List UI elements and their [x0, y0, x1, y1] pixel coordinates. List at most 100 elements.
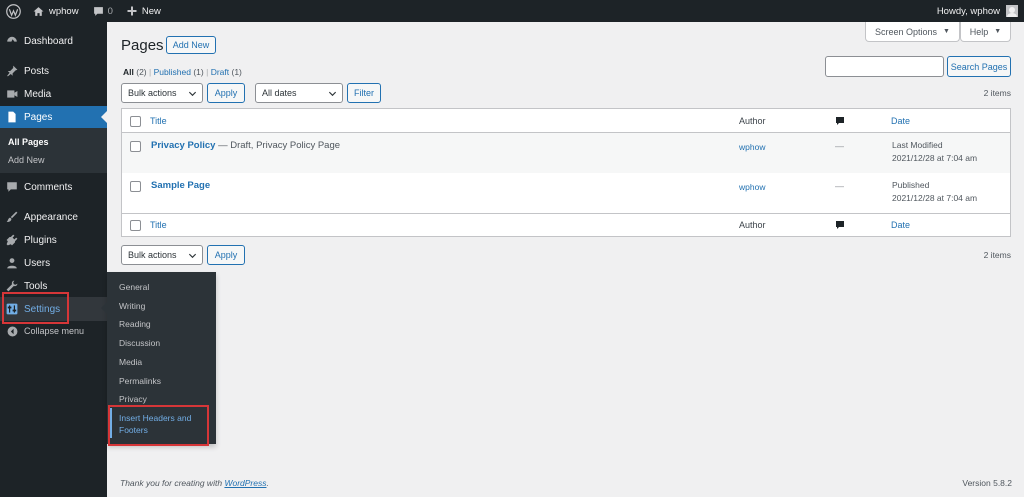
flyout-permalinks[interactable]: Permalinks	[119, 375, 161, 387]
chevron-down-icon	[328, 91, 337, 97]
avatar	[1006, 5, 1018, 17]
flyout-media[interactable]: Media	[119, 356, 142, 368]
flyout-general[interactable]: General	[119, 281, 149, 293]
submenu-all-pages[interactable]: All Pages	[8, 137, 49, 147]
wordpress-link[interactable]: WordPress	[224, 478, 266, 488]
caret-down-icon: ▼	[943, 28, 950, 35]
comment-bubble-icon	[0, 181, 24, 193]
view-all-label: All	[123, 67, 134, 77]
bulk-actions-value: Bulk actions	[128, 88, 177, 98]
submenu-add-new[interactable]: Add New	[8, 155, 45, 165]
items-count-top: 2 items	[983, 88, 1011, 98]
table-row: Privacy Policy — Draft, Privacy Policy P…	[122, 133, 1010, 173]
row-comments: —	[835, 141, 844, 151]
view-draft-label: Draft	[210, 67, 230, 77]
filter-button[interactable]: Filter	[347, 83, 381, 103]
column-title-header[interactable]: Title	[150, 116, 167, 126]
footer-version: Version 5.8.2	[962, 478, 1012, 488]
view-published-label: Published	[153, 67, 191, 77]
menu-pages[interactable]: Pages	[0, 106, 107, 128]
table-header-row: Title Author Date	[122, 109, 1010, 133]
chevron-down-icon	[188, 253, 197, 259]
menu-comments[interactable]: Comments	[0, 176, 107, 198]
column-date-header[interactable]: Date	[891, 116, 910, 126]
comment-bubble-icon	[93, 6, 103, 16]
search-pages-button[interactable]: Search Pages	[947, 56, 1011, 77]
view-all-count: (2)	[136, 67, 147, 77]
select-all-checkbox[interactable]	[130, 116, 141, 127]
row-title-link[interactable]: Privacy Policy	[151, 140, 215, 151]
dates-select[interactable]: All dates	[255, 83, 343, 103]
view-all[interactable]: All (2)	[123, 67, 147, 77]
row-title-link[interactable]: Sample Page	[151, 180, 210, 191]
menu-media[interactable]: Media	[0, 83, 107, 105]
row-title-cell: Sample Page	[151, 180, 210, 191]
column-title-footer[interactable]: Title	[150, 220, 167, 230]
my-account[interactable]: Howdy, wphow	[937, 0, 1024, 22]
row-checkbox[interactable]	[130, 181, 141, 192]
row-date-status: Published	[892, 180, 930, 190]
view-draft[interactable]: Draft (1)	[211, 67, 242, 77]
row-date-value: 2021/12/28 at 7:04 am	[892, 153, 978, 163]
insert-headers-highlight-box	[108, 405, 209, 446]
bulk-actions-select-top[interactable]: Bulk actions	[121, 83, 203, 103]
wrench-icon	[0, 280, 24, 292]
view-published-count: (1)	[193, 67, 204, 77]
items-count-bottom: 2 items	[983, 250, 1011, 260]
admin-bar: wphow 0 New Howdy, wphow	[0, 0, 1024, 22]
menu-dashboard[interactable]: Dashboard	[0, 30, 107, 52]
menu-plugins[interactable]: Plugins	[0, 229, 107, 251]
new-content-link[interactable]: New	[120, 0, 168, 22]
menu-users[interactable]: Users	[0, 252, 107, 274]
bulk-actions-value: Bulk actions	[128, 250, 177, 260]
screen-options-button[interactable]: Screen Options ▼	[865, 22, 960, 42]
view-published[interactable]: Published (1)	[154, 67, 204, 77]
wordpress-logo-icon[interactable]	[0, 0, 26, 22]
collapse-menu-label: Collapse menu	[24, 326, 85, 336]
search-pages-input[interactable]	[825, 56, 944, 77]
menu-posts-label: Posts	[24, 65, 50, 77]
apply-button-top[interactable]: Apply	[207, 83, 245, 103]
column-date-footer[interactable]: Date	[891, 220, 910, 230]
site-name-link[interactable]: wphow	[26, 0, 86, 22]
view-draft-count: (1)	[231, 67, 242, 77]
flyout-reading[interactable]: Reading	[119, 318, 151, 330]
menu-users-label: Users	[24, 257, 51, 269]
row-checkbox[interactable]	[130, 141, 141, 152]
flyout-privacy[interactable]: Privacy	[119, 393, 147, 405]
comments-column-icon[interactable]	[835, 116, 845, 128]
pages-table: Title Author Date Privacy Policy — Draft…	[121, 108, 1011, 237]
bulk-actions-select-bottom[interactable]: Bulk actions	[121, 245, 203, 265]
settings-highlight-box	[2, 292, 69, 324]
footer-thanks-text: Thank you for creating with	[120, 478, 223, 488]
column-author-header: Author	[739, 116, 766, 126]
row-date-value: 2021/12/28 at 7:04 am	[892, 193, 978, 203]
help-label: Help	[969, 26, 989, 37]
apply-button-bottom[interactable]: Apply	[207, 245, 245, 265]
footer-period: .	[266, 478, 269, 488]
add-new-page-button[interactable]: Add New	[166, 36, 216, 54]
plug-icon	[0, 234, 24, 246]
menu-posts[interactable]: Posts	[0, 60, 107, 82]
pages-icon	[0, 111, 24, 123]
row-author-link[interactable]: wphow	[739, 142, 765, 152]
menu-dashboard-label: Dashboard	[24, 35, 73, 47]
row-date-status: Last Modified	[892, 140, 943, 150]
flyout-writing[interactable]: Writing	[119, 300, 145, 312]
view-separator: |	[206, 67, 209, 77]
row-title-cell: Privacy Policy — Draft, Privacy Policy P…	[151, 140, 340, 151]
pages-submenu: All Pages Add New	[0, 128, 107, 173]
menu-tools-label: Tools	[24, 280, 48, 292]
flyout-discussion[interactable]: Discussion	[119, 337, 160, 349]
select-all-checkbox-footer[interactable]	[130, 220, 141, 231]
site-name: wphow	[49, 5, 79, 17]
help-button[interactable]: Help ▼	[960, 22, 1011, 42]
media-camera-icon	[0, 88, 24, 100]
menu-appearance[interactable]: Appearance	[0, 206, 107, 228]
comments-link[interactable]: 0	[86, 0, 120, 22]
menu-comments-label: Comments	[24, 181, 73, 193]
comments-column-icon[interactable]	[835, 220, 845, 232]
chevron-down-icon	[188, 91, 197, 97]
row-author-link[interactable]: wphow	[739, 182, 765, 192]
view-filters: All (2) | Published (1) | Draft (1)	[123, 67, 242, 77]
